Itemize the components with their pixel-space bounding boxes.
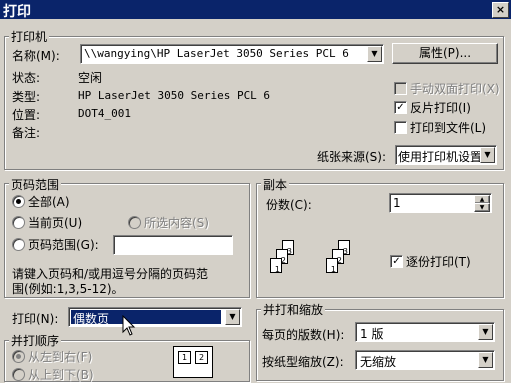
page-range-radio[interactable] — [12, 238, 25, 251]
selection-radio[interactable] — [128, 216, 141, 229]
scale-value: 无缩放 — [360, 355, 397, 369]
copies-count-label: 份数(C): — [266, 198, 312, 212]
order-preview-icon: 1 2 — [173, 346, 213, 378]
comment-label: 备注: — [12, 126, 41, 140]
reverse-label: 反片打印(I) — [410, 101, 471, 115]
window-title: 打印 — [3, 4, 31, 20]
page-range-group-label: 页码范围 — [9, 176, 62, 193]
copies-count-value: 1 — [393, 196, 401, 210]
paper-source-label: 纸张来源(S): — [317, 150, 387, 164]
zoom-group — [256, 309, 504, 381]
print-to-file-label: 打印到文件(L) — [410, 121, 487, 135]
chevron-down-icon[interactable]: ▼ — [480, 147, 495, 163]
order-cell: 2 — [195, 351, 208, 364]
all-pages-label: 全部(A) — [28, 195, 70, 209]
pages-per-sheet-dropdown[interactable]: 1 版 ▼ — [355, 322, 495, 342]
print-what-value: 偶数页 — [73, 312, 110, 326]
collate-page: 1 — [326, 258, 338, 274]
duplex-label: 手动双面打印(X) — [410, 82, 500, 96]
printer-name-value: \\wangying\HP LaserJet 3050 Series PCL 6 — [84, 47, 349, 60]
all-pages-radio[interactable] — [12, 195, 25, 208]
printer-name-dropdown[interactable]: \\wangying\HP LaserJet 3050 Series PCL 6… — [80, 44, 384, 64]
paper-source-dropdown[interactable]: 使用打印机设置 ▼ — [395, 145, 497, 165]
order-cell: 1 — [178, 351, 191, 364]
spin-down-icon[interactable]: ▼ — [474, 203, 490, 212]
location-label: 位置: — [12, 108, 41, 122]
order-ttb-label: 从上到下(B) — [28, 368, 94, 382]
printer-name-label: 名称(M): — [12, 49, 60, 63]
scale-label: 按纸型缩放(Z): — [262, 355, 344, 369]
type-label: 类型: — [12, 90, 41, 104]
copies-group-label: 副本 — [261, 176, 290, 193]
page-range-label: 页码范围(G): — [28, 238, 99, 252]
pages-per-sheet-value: 1 版 — [360, 327, 384, 341]
close-button[interactable]: × — [492, 2, 509, 18]
print-what-label: 打印(N): — [12, 312, 59, 326]
duplex-checkbox[interactable] — [394, 82, 407, 95]
copies-count-spinner[interactable]: 1 ▲ ▼ — [389, 193, 492, 213]
current-page-radio[interactable] — [12, 216, 25, 229]
print-to-file-checkbox[interactable] — [394, 121, 407, 134]
order-ltr-label: 从左到右(F) — [28, 350, 93, 364]
collate-checkbox[interactable]: ✓ — [390, 255, 403, 268]
scale-dropdown[interactable]: 无缩放 ▼ — [355, 350, 495, 370]
status-label: 状态: — [12, 71, 41, 85]
page-range-hint-2: 围(例如:1,3,5-12)。 — [12, 282, 124, 296]
collate-illustration-icon: 3 2 1 3 2 1 — [262, 236, 372, 292]
location-value: DOT4_001 — [78, 107, 131, 120]
page-range-input[interactable] — [113, 235, 233, 255]
collate-page: 1 — [270, 258, 282, 274]
collate-label: 逐份打印(T) — [406, 255, 471, 269]
pages-per-sheet-label: 每页的版数(H): — [262, 328, 345, 342]
properties-button[interactable]: 属性(P)... — [392, 43, 498, 64]
chevron-down-icon[interactable]: ▼ — [478, 352, 493, 368]
status-value: 空闲 — [78, 71, 103, 85]
chevron-down-icon[interactable]: ▼ — [367, 46, 382, 62]
reverse-checkbox[interactable]: ✓ — [394, 101, 407, 114]
printer-group-label: 打印机 — [9, 28, 50, 45]
title-bar: 打印 × — [0, 0, 511, 20]
mouse-cursor-icon — [122, 315, 136, 336]
order-ttb-radio[interactable] — [12, 368, 25, 381]
paper-source-value: 使用打印机设置 — [398, 150, 483, 164]
print-what-dropdown[interactable]: 偶数页 ▼ — [68, 307, 242, 327]
chevron-down-icon[interactable]: ▼ — [478, 324, 493, 340]
order-group-label: 并打顺序 — [9, 332, 62, 349]
order-ltr-radio[interactable] — [12, 350, 25, 363]
selection-label: 所选内容(S) — [144, 216, 209, 230]
type-value: HP LaserJet 3050 Series PCL 6 — [78, 89, 271, 102]
chevron-down-icon[interactable]: ▼ — [225, 309, 240, 325]
zoom-group-label: 并打和缩放 — [261, 301, 326, 318]
current-page-label: 当前页(U) — [28, 216, 83, 230]
